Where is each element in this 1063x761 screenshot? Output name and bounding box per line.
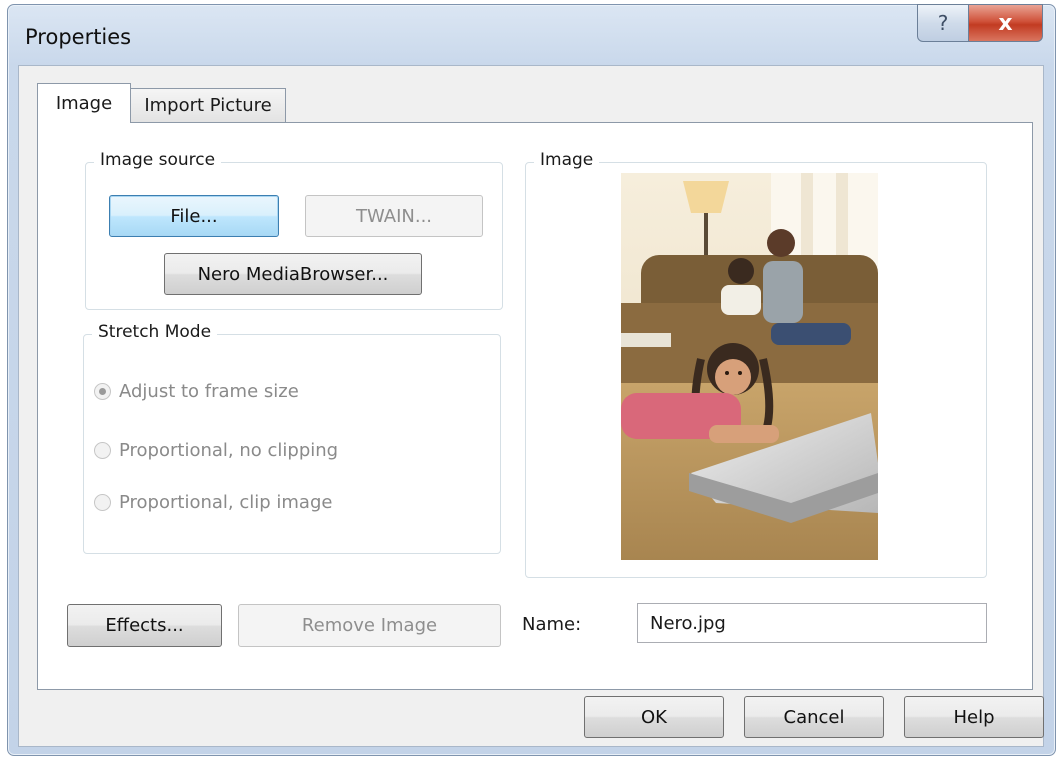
radio-label: Proportional, clip image (119, 492, 333, 513)
radio-proportional-no-clipping[interactable]: Proportional, no clipping (94, 440, 338, 461)
tab-image[interactable]: Image (37, 83, 131, 123)
window-title: Properties (25, 25, 132, 49)
cancel-button[interactable]: Cancel (744, 696, 884, 738)
name-label: Name: (522, 614, 582, 635)
properties-dialog: Properties ? x Image Import Picture Imag… (7, 4, 1056, 756)
radio-label: Adjust to frame size (119, 381, 299, 402)
remove-image-button[interactable]: Remove Image (238, 604, 501, 647)
radio-button[interactable] (94, 494, 111, 511)
effects-button[interactable]: Effects... (67, 604, 222, 647)
radio-selected-dot (99, 388, 106, 395)
name-field[interactable]: Nero.jpg (637, 603, 987, 643)
stretch-mode-legend: Stretch Mode (92, 322, 218, 342)
help-caption-button[interactable]: ? (917, 4, 969, 42)
caption-buttons: ? x (917, 4, 1043, 42)
close-button[interactable]: x (969, 4, 1043, 42)
stretch-mode-group: Stretch Mode Adjust to frame size Propor… (83, 322, 501, 554)
image-preview-legend: Image (534, 150, 600, 170)
dialog-client-area: Image Import Picture Image source File..… (18, 65, 1044, 747)
ok-button[interactable]: OK (584, 696, 724, 738)
nero-mediabrowser-button[interactable]: Nero MediaBrowser... (164, 253, 422, 295)
image-source-legend: Image source (94, 150, 222, 170)
tab-import-picture[interactable]: Import Picture (130, 88, 286, 122)
image-tab-panel: Image source File... TWAIN... Nero Media… (37, 122, 1033, 690)
image-preview-photo (621, 173, 878, 560)
radio-button[interactable] (94, 383, 111, 400)
help-button[interactable]: Help (904, 696, 1044, 738)
twain-button[interactable]: TWAIN... (305, 195, 483, 237)
radio-proportional-clip-image[interactable]: Proportional, clip image (94, 492, 332, 513)
radio-adjust-to-frame-size[interactable]: Adjust to frame size (94, 381, 299, 402)
radio-label: Proportional, no clipping (119, 440, 339, 461)
image-source-group: Image source File... TWAIN... Nero Media… (85, 150, 503, 310)
radio-button[interactable] (94, 442, 111, 459)
file-button[interactable]: File... (109, 195, 279, 237)
